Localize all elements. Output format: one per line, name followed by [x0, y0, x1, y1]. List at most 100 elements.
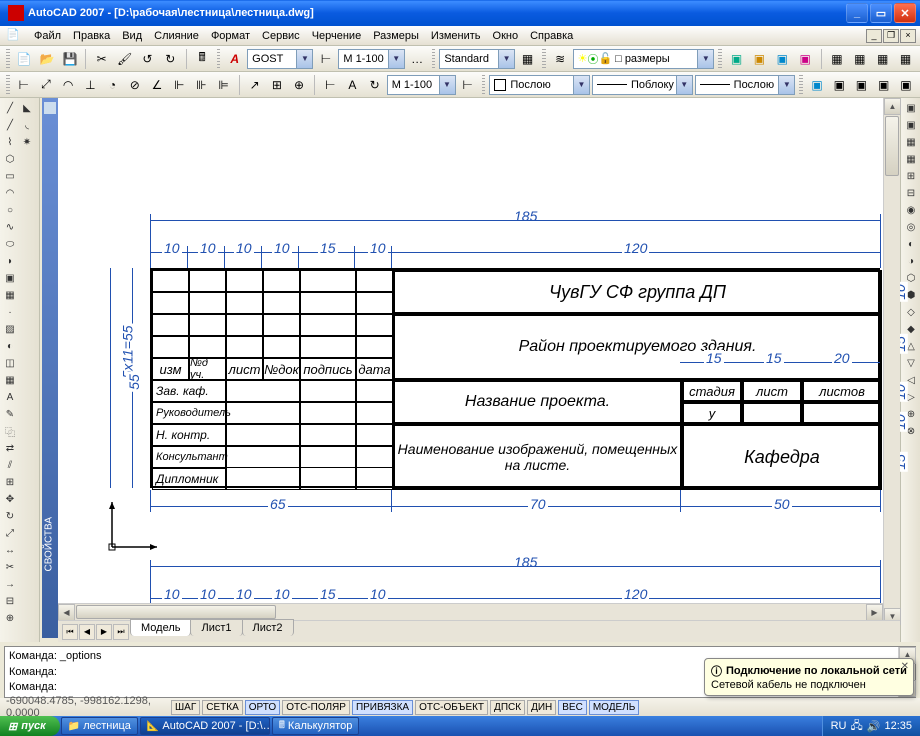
copy-icon[interactable]: ⿻ — [2, 423, 18, 439]
table-icon[interactable]: ▦ — [2, 372, 18, 388]
menu-modify[interactable]: Изменить — [425, 28, 487, 44]
menu-merge[interactable]: Слияние — [148, 28, 205, 44]
menu-help[interactable]: Справка — [524, 28, 579, 44]
tab-next-icon[interactable]: ▶ — [96, 624, 112, 640]
lweight-combo[interactable]: Послою▼ — [695, 75, 796, 95]
layer-prop-icon[interactable]: ≋ — [550, 48, 571, 70]
menu-file[interactable]: Файл — [28, 28, 67, 44]
dim-base-icon[interactable]: ⊪ — [191, 74, 211, 96]
scale-ellipsis[interactable]: … — [407, 48, 428, 70]
undo-icon[interactable]: ↺ — [137, 48, 158, 70]
dim-ang-icon[interactable]: ∠ — [147, 74, 167, 96]
r-icon-6[interactable]: ⊟ — [903, 185, 919, 201]
array-icon[interactable]: ⊞ — [2, 474, 18, 490]
r-icon-4[interactable]: ▦ — [903, 151, 919, 167]
circle-icon[interactable]: ○ — [2, 202, 18, 218]
tab-model[interactable]: Модель — [130, 619, 191, 636]
doc-close-button[interactable]: × — [900, 29, 916, 43]
tb-icon-8[interactable]: ▦ — [895, 48, 916, 70]
tb-icon-2[interactable]: ▣ — [749, 48, 770, 70]
dimstyle-combo[interactable]: M 1-100▼ — [387, 75, 456, 95]
sb-snap[interactable]: ШАГ — [171, 700, 200, 715]
mtext-icon[interactable]: A — [2, 389, 18, 405]
join-icon[interactable]: ⊕ — [2, 610, 18, 626]
dim-update-icon[interactable]: ↻ — [365, 74, 385, 96]
clock[interactable]: 12:35 — [884, 720, 912, 732]
block-icon[interactable]: ▦ — [2, 287, 18, 303]
scroll-right-icon[interactable]: ▶ — [866, 604, 883, 621]
rect-icon[interactable]: ▭ — [2, 168, 18, 184]
tb-icon-5[interactable]: ▦ — [827, 48, 848, 70]
menu-window[interactable]: Окно — [487, 28, 525, 44]
ellipse-icon[interactable]: ⬭ — [2, 236, 18, 252]
chamfer-icon[interactable]: ◣ — [19, 100, 35, 116]
tab-sheet2[interactable]: Лист2 — [242, 619, 294, 636]
r-icon-13[interactable]: ◇ — [903, 304, 919, 320]
balloon-close-icon[interactable]: ✕ — [901, 661, 909, 672]
region-icon[interactable]: ◫ — [2, 355, 18, 371]
dim-cont-icon[interactable]: ⊫ — [213, 74, 233, 96]
dim-tol-icon[interactable]: ⊞ — [267, 74, 287, 96]
start-button[interactable]: ⊞пуск — [0, 716, 60, 736]
sb-lwt[interactable]: ВЕС — [558, 700, 587, 715]
gradient-icon[interactable]: ◐ — [2, 338, 18, 354]
sb-grid[interactable]: СЕТКА — [202, 700, 243, 715]
task-autocad[interactable]: 📐 AutoCAD 2007 - [D:\… — [140, 717, 270, 735]
point-icon[interactable]: · — [2, 304, 18, 320]
new-icon[interactable]: 📄 — [14, 48, 35, 70]
tab-first-icon[interactable]: ⏮ — [62, 624, 78, 640]
dim-quick-icon[interactable]: ⊩ — [169, 74, 189, 96]
menu-edit[interactable]: Правка — [67, 28, 116, 44]
tb2-icon-4[interactable]: ▣ — [874, 74, 894, 96]
tb2-icon-2[interactable]: ▣ — [829, 74, 849, 96]
fillet-icon[interactable]: ◟ — [19, 117, 35, 133]
drawing-canvas[interactable]: 185 10 10 10 10 15 10 120 изм № — [58, 98, 900, 642]
arc-icon[interactable]: ◠ — [2, 185, 18, 201]
dim-rad-icon[interactable]: ◔ — [102, 74, 122, 96]
sb-model[interactable]: МОДЕЛЬ — [589, 700, 639, 715]
sb-ortho[interactable]: ОРТО — [245, 700, 280, 715]
menu-view[interactable]: Вид — [116, 28, 148, 44]
tab-sheet1[interactable]: Лист1 — [190, 619, 242, 636]
lang-indicator[interactable]: RU — [831, 720, 847, 732]
rotate-icon[interactable]: ↻ — [2, 508, 18, 524]
tb-icon-4[interactable]: ▣ — [795, 48, 816, 70]
table-style-icon[interactable]: ▦ — [517, 48, 538, 70]
open-icon[interactable]: 📂 — [37, 48, 58, 70]
task-calc[interactable]: 🖩 Калькулятор — [272, 717, 359, 735]
erase-icon[interactable]: ✎ — [2, 406, 18, 422]
r-icon-2[interactable]: ▣ — [903, 117, 919, 133]
scale-combo[interactable]: M 1-100▼ — [338, 49, 404, 69]
dim-lin-icon[interactable]: ⊢ — [14, 74, 34, 96]
doc-restore-button[interactable]: ❐ — [883, 29, 899, 43]
r-icon-10[interactable]: ◑ — [903, 253, 919, 269]
textstyle-combo[interactable]: Standard▼ — [439, 49, 515, 69]
properties-sidetab[interactable]: СВОЙСТВА — [42, 98, 58, 638]
offset-icon[interactable]: ⫽ — [2, 457, 18, 473]
dimstyle-mgr-icon[interactable]: ⊢ — [458, 74, 478, 96]
dim-ord-icon[interactable]: ⊥ — [80, 74, 100, 96]
tb-icon-3[interactable]: ▣ — [772, 48, 793, 70]
sb-dpsk[interactable]: ДПСК — [490, 700, 525, 715]
calc-icon[interactable]: 🖩 — [192, 48, 213, 70]
stretch-icon[interactable]: ↔ — [2, 542, 18, 558]
scale-icon[interactable]: ⤢ — [2, 525, 18, 541]
save-icon[interactable]: 💾 — [59, 48, 80, 70]
cut-icon[interactable]: ✂ — [91, 48, 112, 70]
line-icon[interactable]: ╱ — [2, 100, 18, 116]
tb-icon-7[interactable]: ▦ — [872, 48, 893, 70]
xline-icon[interactable]: ╱ — [2, 117, 18, 133]
minimize-button[interactable]: _ — [846, 3, 868, 23]
sb-dyn[interactable]: ДИН — [527, 700, 556, 715]
extend-icon[interactable]: → — [2, 576, 18, 592]
r-icon-3[interactable]: ▦ — [903, 134, 919, 150]
tray-network-icon[interactable]: 🖧 — [851, 717, 863, 736]
vscrollbar[interactable]: ▲ ▼ — [883, 98, 900, 625]
doc-minimize-button[interactable]: _ — [866, 29, 882, 43]
tb-icon-6[interactable]: ▦ — [849, 48, 870, 70]
tab-prev-icon[interactable]: ◀ — [79, 624, 95, 640]
mirror-icon[interactable]: ⇄ — [2, 440, 18, 456]
task-folder[interactable]: 📁 лестница — [61, 717, 138, 735]
explode-icon[interactable]: ✷ — [19, 134, 35, 150]
dim-dia-icon[interactable]: ⊘ — [125, 74, 145, 96]
